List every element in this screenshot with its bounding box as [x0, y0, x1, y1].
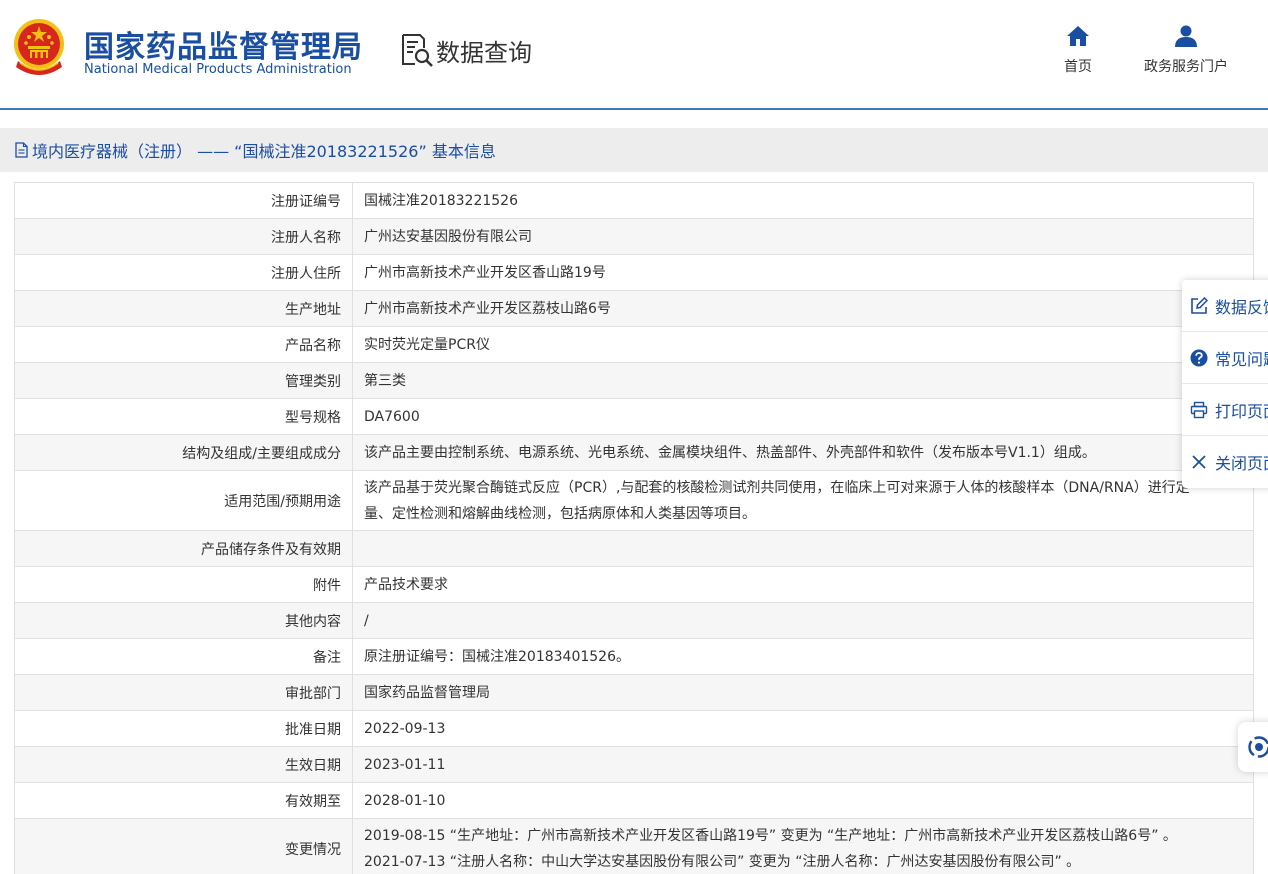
row-value: 原注册证编号：国械注准20183401526。: [352, 638, 1254, 675]
print-label: 打印页面: [1215, 401, 1268, 421]
close-label: 关闭页面: [1215, 454, 1268, 473]
row-value-line: 2019-08-15 “生产地址：广州市高新技术产业开发区香山路19号” 变更为…: [364, 827, 1177, 844]
row-label: 备注: [14, 638, 353, 675]
table-row: 生效日期 2023-01-11: [14, 746, 1254, 783]
row-label: 注册人住所: [14, 254, 353, 291]
row-value: 2022-09-13: [352, 710, 1254, 747]
site-header: 国家药品监督管理局 National Medical Products Admi…: [0, 0, 1268, 108]
row-value: 2028-01-10: [352, 782, 1254, 819]
page-title-bar: 境内医疗器械（注册） —— “国械注准20183221526” 基本信息: [0, 128, 1268, 172]
row-value: 2019-08-15 “生产地址：广州市高新技术产业开发区香山路19号” 变更为…: [352, 818, 1254, 874]
table-row: 其他内容 /: [14, 602, 1254, 639]
feedback-label: 数据反馈: [1215, 297, 1268, 317]
assistant-button[interactable]: [1238, 722, 1268, 772]
table-row: 变更情况 2019-08-15 “生产地址：广州市高新技术产业开发区香山路19号…: [14, 818, 1254, 874]
row-label: 其他内容: [14, 602, 353, 639]
row-value: /: [352, 602, 1254, 639]
document-icon: [15, 142, 28, 158]
section-title: 数据查询: [436, 38, 532, 67]
row-label: 注册证编号: [14, 182, 353, 219]
nav-home[interactable]: 首页: [1058, 24, 1098, 76]
row-value: 第三类: [352, 362, 1254, 399]
header-divider: [0, 108, 1268, 110]
brand-name-en: National Medical Products Administration: [84, 62, 352, 77]
table-row: 注册证编号 国械注准20183221526: [14, 182, 1254, 219]
row-label: 产品名称: [14, 326, 353, 363]
brand-name-cn: 国家药品监督管理局: [84, 30, 363, 65]
row-value: 实时荧光定量PCR仪: [352, 326, 1254, 363]
feedback-button[interactable]: 数据反馈: [1182, 280, 1268, 332]
row-value-line: 该产品基于荧光聚合酶链式反应（PCR）,与配套的核酸检测试剂共同使用，在临床上可…: [364, 479, 1190, 496]
national-emblem-icon: [14, 19, 64, 75]
nav-portal-label: 政务服务门户: [1144, 59, 1228, 75]
table-row: 注册人名称 广州达安基因股份有限公司: [14, 218, 1254, 255]
table-row: 产品名称 实时荧光定量PCR仪: [14, 326, 1254, 363]
close-page-button[interactable]: 关闭页面: [1182, 436, 1268, 488]
row-label: 产品储存条件及有效期: [14, 530, 353, 567]
table-row: 结构及组成/主要组成成分 该产品主要由控制系统、电源系统、光电系统、金属模块组件…: [14, 434, 1254, 471]
row-value: 该产品基于荧光聚合酶链式反应（PCR）,与配套的核酸检测试剂共同使用，在临床上可…: [352, 470, 1254, 531]
floating-tool-panel: 数据反馈 常见问题 打印页面 关闭页面: [1182, 280, 1268, 488]
row-value: 产品技术要求: [352, 566, 1254, 603]
table-row: 附件 产品技术要求: [14, 566, 1254, 603]
table-row: 型号规格 DA7600: [14, 398, 1254, 435]
row-value-line: 量、定性检测和熔解曲线检测，包括病原体和人类基因等项目。: [364, 505, 756, 522]
row-value: 广州市高新技术产业开发区荔枝山路6号: [352, 290, 1254, 327]
row-label: 适用范围/预期用途: [14, 470, 353, 531]
faq-label: 常见问题: [1215, 349, 1268, 369]
row-label: 生效日期: [14, 746, 353, 783]
row-value: 广州达安基因股份有限公司: [352, 218, 1254, 255]
row-value: 国家药品监督管理局: [352, 674, 1254, 711]
row-label: 注册人名称: [14, 218, 353, 255]
user-icon: [1175, 25, 1197, 47]
row-label: 审批部门: [14, 674, 353, 711]
question-circle-icon: [1190, 349, 1208, 366]
table-row: 管理类别 第三类: [14, 362, 1254, 399]
page-title: 境内医疗器械（注册） —— “国械注准20183221526” 基本信息: [32, 142, 496, 161]
row-value: 广州市高新技术产业开发区香山路19号: [352, 254, 1254, 291]
table-row: 适用范围/预期用途 该产品基于荧光聚合酶链式反应（PCR）,与配套的核酸检测试剂…: [14, 470, 1254, 531]
registration-info-table: 注册证编号 国械注准20183221526 注册人名称 广州达安基因股份有限公司…: [14, 182, 1254, 874]
table-row: 审批部门 国家药品监督管理局: [14, 674, 1254, 711]
row-value: 2023-01-11: [352, 746, 1254, 783]
row-label: 生产地址: [14, 290, 353, 327]
table-row: 备注 原注册证编号：国械注准20183401526。: [14, 638, 1254, 675]
row-value: [352, 530, 1254, 567]
table-row: 有效期至 2028-01-10: [14, 782, 1254, 819]
row-value-line: 2021-07-13 “注册人名称：中山大学达安基因股份有限公司” 变更为 “注…: [364, 853, 1081, 870]
row-value: 该产品主要由控制系统、电源系统、光电系统、金属模块组件、热盖部件、外壳部件和软件…: [352, 434, 1254, 471]
home-icon: [1067, 26, 1089, 46]
row-value: DA7600: [352, 398, 1254, 435]
row-label: 变更情况: [14, 818, 353, 874]
table-row: 注册人住所 广州市高新技术产业开发区香山路19号: [14, 254, 1254, 291]
assistant-icon: [1248, 736, 1268, 758]
faq-button[interactable]: 常见问题: [1182, 332, 1268, 384]
row-value: 国械注准20183221526: [352, 182, 1254, 219]
row-label: 型号规格: [14, 398, 353, 435]
row-label: 结构及组成/主要组成成分: [14, 434, 353, 471]
row-label: 附件: [14, 566, 353, 603]
row-label: 管理类别: [14, 362, 353, 399]
row-label: 有效期至: [14, 782, 353, 819]
close-icon: [1192, 455, 1206, 469]
nav-home-label: 首页: [1064, 59, 1092, 75]
print-button[interactable]: 打印页面: [1182, 384, 1268, 436]
data-query-section: 数据查询: [400, 32, 532, 68]
printer-icon: [1190, 401, 1208, 418]
nav-portal[interactable]: 政务服务门户: [1136, 24, 1236, 76]
edit-icon: [1191, 296, 1208, 314]
document-search-icon: [402, 34, 433, 67]
table-row: 生产地址 广州市高新技术产业开发区荔枝山路6号: [14, 290, 1254, 327]
table-row: 批准日期 2022-09-13: [14, 710, 1254, 747]
row-label: 批准日期: [14, 710, 353, 747]
table-row: 产品储存条件及有效期: [14, 530, 1254, 567]
